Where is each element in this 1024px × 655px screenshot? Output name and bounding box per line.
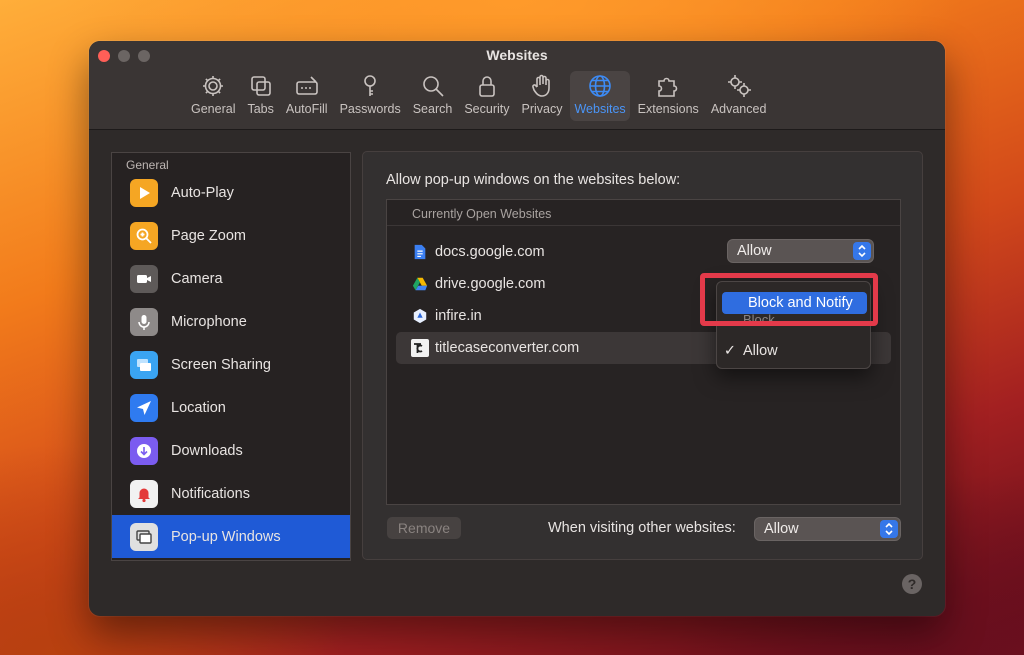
gear-icon (200, 73, 226, 99)
infire-icon (411, 307, 429, 325)
other-websites-label: When visiting other websites: (548, 520, 736, 536)
tab-label: Search (412, 102, 453, 116)
menu-item-allow[interactable]: ✓ Allow (717, 340, 870, 362)
preferences-toolbar: General Tabs AutoFill Passwords Search S… (187, 71, 774, 125)
sidebar-item-label: Notifications (171, 485, 250, 502)
chevron-updown-icon (880, 520, 898, 538)
checkmark-icon: ✓ (723, 343, 737, 359)
screen-sharing-icon (130, 350, 158, 379)
title-bar: Websites General Tabs AutoFill Passwords… (89, 41, 945, 130)
sidebar-item-label: Microphone (171, 313, 247, 330)
tab-security[interactable]: Security (460, 71, 513, 121)
site-name: drive.google.com (435, 276, 546, 292)
key-icon (357, 73, 383, 99)
sidebar-item-label: Screen Sharing (171, 356, 271, 373)
tab-label: Tabs (247, 102, 274, 116)
sidebar-item-downloads[interactable]: Downloads (112, 429, 350, 472)
tab-label: General (191, 102, 236, 116)
site-name: infire.in (435, 308, 482, 324)
help-button[interactable]: ? (902, 574, 922, 594)
other-websites-select[interactable]: Allow (755, 518, 900, 540)
zoom-icon (130, 221, 158, 250)
docs-google-setting-select[interactable]: Allow (728, 240, 873, 262)
location-arrow-icon (130, 393, 158, 422)
sidebar-item-label: Pop-up Windows (171, 528, 281, 545)
microphone-icon (130, 307, 158, 336)
autofill-icon (294, 73, 320, 99)
site-name: docs.google.com (435, 244, 545, 260)
tab-tabs[interactable]: Tabs (243, 71, 277, 121)
tab-label: Passwords (339, 102, 401, 116)
safari-settings-window: Websites General Tabs AutoFill Passwords… (89, 41, 945, 616)
tab-privacy[interactable]: Privacy (517, 71, 566, 121)
tab-label: Websites (574, 102, 626, 116)
sidebar-item-label: Page Zoom (171, 227, 246, 244)
play-icon (130, 178, 158, 207)
site-name: titlecaseconverter.com (435, 340, 580, 356)
tab-general[interactable]: General (187, 71, 239, 121)
google-drive-icon (411, 275, 429, 293)
hand-icon (529, 73, 555, 99)
sidebar-item-screen-sharing[interactable]: Screen Sharing (112, 343, 350, 386)
window-title: Websites (486, 47, 548, 63)
search-icon (420, 73, 446, 99)
gears-icon (726, 73, 752, 99)
tab-advanced[interactable]: Advanced (707, 71, 771, 121)
sidebar-item-camera[interactable]: Camera (112, 257, 350, 300)
chevron-updown-icon (853, 242, 871, 260)
popup-windows-icon (130, 522, 158, 551)
tab-label: AutoFill (285, 102, 328, 116)
tab-extensions[interactable]: Extensions (634, 71, 703, 121)
camera-icon (130, 264, 158, 293)
sidebar-item-auto-play[interactable]: Auto-Play (112, 171, 350, 214)
bell-icon (130, 479, 158, 508)
sidebar-item-pop-up-windows[interactable]: Pop-up Windows (112, 515, 350, 558)
sidebar-item-microphone[interactable]: Microphone (112, 300, 350, 343)
tab-label: Extensions (637, 102, 699, 116)
sidebar-header: General (126, 158, 169, 172)
globe-icon (587, 73, 613, 99)
tab-label: Privacy (521, 102, 563, 116)
tab-websites[interactable]: Websites (570, 71, 630, 121)
tab-label: Security (464, 102, 510, 116)
tab-label: Advanced (710, 102, 767, 116)
sidebar-item-notifications[interactable]: Notifications (112, 472, 350, 515)
sidebar-item-label: Auto-Play (171, 184, 234, 201)
list-header: Currently Open Websites (387, 200, 900, 226)
tab-search[interactable]: Search (409, 71, 457, 121)
settings-sidebar: General Auto-Play Page Zoom Camera Micro… (111, 152, 351, 561)
sidebar-item-label: Downloads (171, 442, 243, 459)
sidebar-item-label: Camera (171, 270, 223, 287)
select-value: Allow (737, 243, 772, 259)
titlecase-icon (411, 339, 429, 357)
sidebar-item-location[interactable]: Location (112, 386, 350, 429)
sidebar-item-label: Location (171, 399, 226, 416)
tabs-icon (248, 73, 274, 99)
lock-icon (474, 73, 500, 99)
tab-autofill[interactable]: AutoFill (282, 71, 332, 121)
tab-passwords[interactable]: Passwords (336, 71, 405, 121)
remove-button[interactable]: Remove (387, 517, 461, 539)
popup-prompt: Allow pop-up windows on the websites bel… (386, 172, 681, 188)
google-docs-icon (411, 243, 429, 261)
download-icon (130, 436, 158, 465)
select-value: Allow (764, 521, 799, 537)
puzzle-icon (655, 73, 681, 99)
menu-item-label: Allow (743, 343, 778, 359)
sidebar-item-page-zoom[interactable]: Page Zoom (112, 214, 350, 257)
highlight-annotation-box (700, 273, 878, 326)
